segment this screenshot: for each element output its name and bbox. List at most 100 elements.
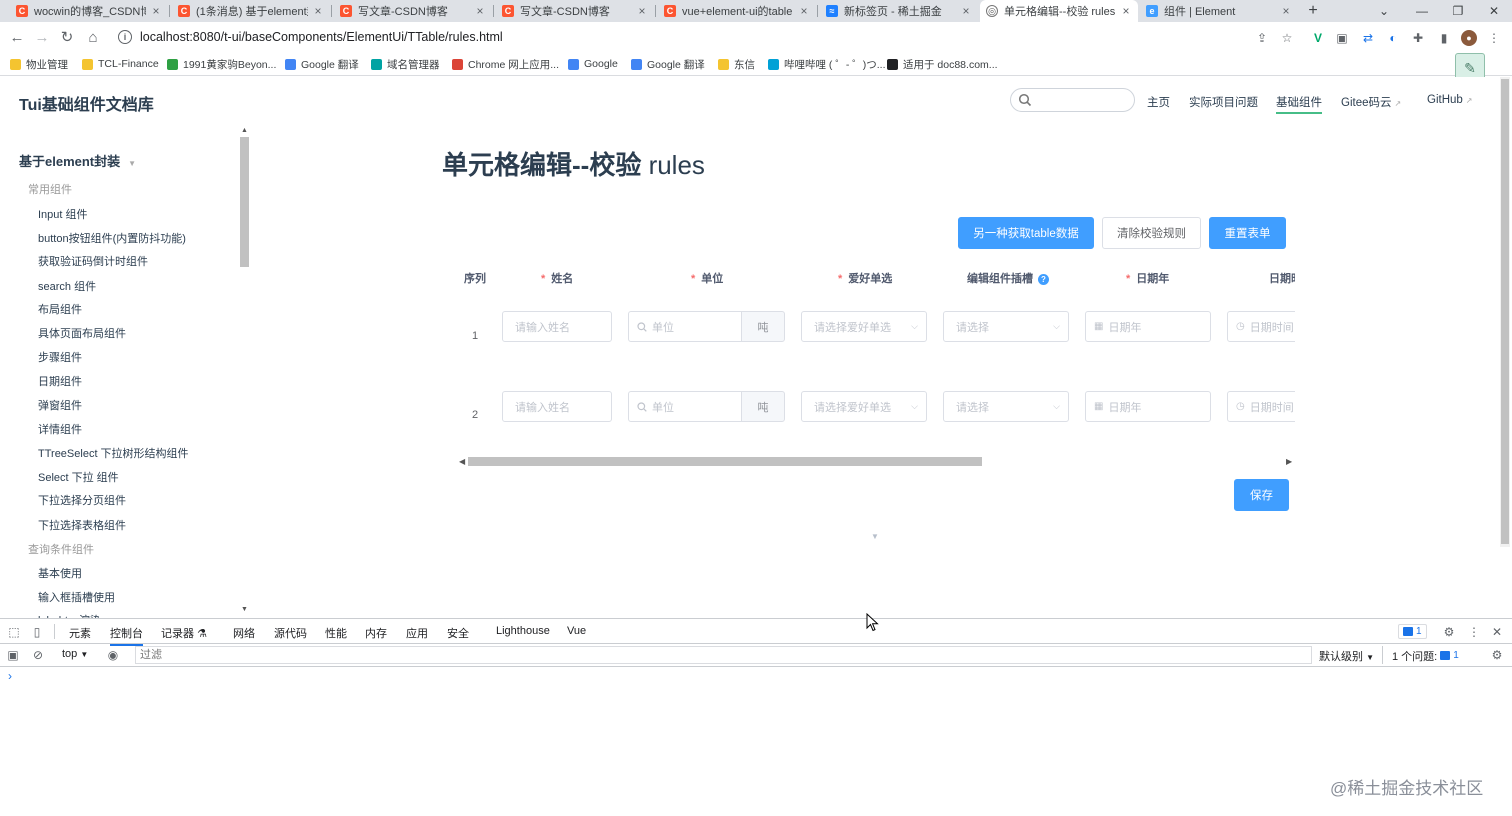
close-icon[interactable]: ✕ — [1489, 624, 1505, 640]
question-icon[interactable]: ? — [1038, 273, 1049, 285]
extension-vue-icon[interactable]: V — [1310, 30, 1326, 46]
menu-icon[interactable]: ⋮ — [1486, 30, 1502, 46]
save-button[interactable]: 保存 — [1234, 479, 1289, 511]
bookmark-star-icon[interactable]: ☆ — [1279, 30, 1295, 46]
browser-tab[interactable]: C (1条消息) 基于element封装 × — [172, 0, 330, 22]
sidebar-item[interactable]: Select 下拉 组件 — [38, 469, 119, 485]
close-icon[interactable]: × — [474, 4, 486, 18]
bookmark-item[interactable]: Google — [568, 56, 618, 72]
avatar[interactable]: ● — [1461, 30, 1477, 46]
home-icon[interactable]: ⌂ — [82, 26, 104, 48]
name-input[interactable]: 请输入姓名 — [502, 311, 612, 342]
sync-icon[interactable]: ⇄ — [1360, 30, 1376, 46]
extension-icon[interactable]: ◐ — [1385, 30, 1401, 46]
scroll-right-icon[interactable]: ▶ — [1286, 457, 1292, 466]
hobby-select[interactable]: 请选择爱好单选 ⌵ — [801, 311, 927, 342]
name-input[interactable]: 请输入姓名 — [502, 391, 612, 422]
page-scroll-thumb[interactable] — [1501, 79, 1509, 544]
reload-icon[interactable]: ↻ — [56, 26, 78, 48]
bookmark-item[interactable]: 东信 — [718, 56, 755, 72]
filter-field[interactable] — [136, 647, 1311, 663]
bookmark-item[interactable]: 域名管理器 — [371, 56, 440, 72]
devtools-tab-console[interactable]: 控制台 — [110, 625, 143, 646]
puzzle-icon[interactable]: ✚ — [1410, 30, 1426, 46]
browser-tab[interactable]: C 写文章-CSDN博客 × — [496, 0, 654, 22]
close-icon[interactable]: × — [960, 4, 972, 18]
unit-input[interactable]: 单位 — [628, 391, 742, 422]
nav-home[interactable]: 主页 — [1147, 94, 1170, 110]
sidebar-item[interactable]: 弹窗组件 — [38, 397, 82, 413]
sidebar-item[interactable]: 输入框插槽使用 — [38, 589, 115, 605]
bookmark-item[interactable]: 哔哩哔哩 ( ゜- ゜)つ... — [768, 56, 886, 72]
bookmark-item[interactable]: Chrome 网上应用... — [452, 56, 559, 72]
bookmark-item[interactable]: 1991黄家驹Beyon... — [167, 56, 276, 72]
site-info-icon[interactable]: i — [118, 30, 132, 44]
eye-icon[interactable]: ◉ — [105, 647, 121, 663]
devtools-tab-sources[interactable]: 源代码 — [274, 625, 307, 641]
scroll-down-icon[interactable]: ▼ — [241, 606, 248, 613]
nav-base-components[interactable]: 基础组件 — [1276, 94, 1322, 114]
devtools-tab-application[interactable]: 应用 — [406, 625, 428, 641]
sidebar-item[interactable]: 基本使用 — [38, 565, 82, 581]
filter-input[interactable] — [135, 646, 1312, 664]
sidebar-item[interactable]: TTreeSelect 下拉树形结构组件 — [38, 445, 189, 461]
sidebar-scroll-thumb[interactable] — [240, 137, 249, 267]
sidebar-item[interactable]: 日期组件 — [38, 373, 82, 389]
back-icon[interactable]: ← — [6, 26, 28, 48]
context-select[interactable]: top ▼ — [62, 648, 88, 660]
close-icon[interactable]: × — [1280, 4, 1292, 18]
devtools-tab-recorder[interactable]: 记录器 ⚗ — [161, 625, 207, 641]
devtools-tab-vue[interactable]: Vue — [567, 625, 586, 637]
close-icon[interactable]: × — [1120, 4, 1132, 18]
close-icon[interactable]: × — [798, 4, 810, 18]
datetime-picker[interactable]: ◷ 日期时间 — [1227, 391, 1295, 422]
gear-icon[interactable]: ⚙ — [1441, 624, 1457, 640]
nav-github[interactable]: GitHub ↗ — [1427, 94, 1473, 106]
expand-icon[interactable]: ▼ — [871, 532, 879, 541]
clear-validation-button[interactable]: 清除校验规则 — [1102, 217, 1201, 249]
nav-gitee[interactable]: Gitee码云 ↗ — [1341, 94, 1401, 110]
close-window-icon[interactable]: ✕ — [1476, 0, 1512, 22]
device-toolbar-icon[interactable]: ▯ — [29, 624, 45, 640]
site-title[interactable]: Tui基础组件文档库 — [19, 91, 154, 115]
sidebar-item[interactable]: 获取验证码倒计时组件 — [38, 253, 148, 269]
close-icon[interactable]: × — [636, 4, 648, 18]
year-picker[interactable]: ▦ 日期年 — [1085, 391, 1211, 422]
bookmark-item[interactable]: 适用于 doc88.com... — [887, 56, 998, 72]
tab-search-icon[interactable]: ⌄ — [1366, 0, 1402, 22]
issues-counter[interactable]: 1 个问题: 1 — [1392, 648, 1459, 664]
devtools-tab-memory[interactable]: 内存 — [365, 625, 387, 641]
sidebar-item[interactable]: 下拉选择表格组件 — [38, 517, 126, 533]
sidebar-item[interactable]: search 组件 — [38, 278, 96, 294]
search-input[interactable] — [1010, 88, 1135, 112]
close-icon[interactable]: × — [312, 4, 324, 18]
minimize-icon[interactable]: — — [1404, 0, 1440, 22]
search-field[interactable] — [1037, 91, 1127, 109]
issues-badge[interactable]: 1 — [1398, 624, 1427, 639]
console-prompt[interactable]: › — [8, 669, 12, 683]
table-scroll-thumb[interactable] — [468, 457, 982, 466]
browser-tab[interactable]: C 写文章-CSDN博客 × — [334, 0, 492, 22]
devtools-tab-network[interactable]: 网络 — [233, 625, 255, 641]
sidebar-item[interactable]: 详情组件 — [38, 421, 82, 437]
browser-tab[interactable]: e 组件 | Element × — [1140, 0, 1298, 22]
browser-tab[interactable]: C vue+element-ui的table × — [658, 0, 816, 22]
bookmark-item[interactable]: Google 翻译 — [285, 56, 359, 72]
forward-icon[interactable]: → — [31, 26, 53, 48]
slot-select[interactable]: 请选择 ⌵ — [943, 311, 1069, 342]
inspect-icon[interactable]: ⬚ — [6, 624, 22, 640]
bookmark-item[interactable]: 物业管理 — [10, 56, 68, 72]
devtools-tab-elements[interactable]: 元素 — [69, 625, 91, 641]
log-level-select[interactable]: 默认级别 ▼ — [1319, 648, 1374, 664]
slot-select[interactable]: 请选择 ⌵ — [943, 391, 1069, 422]
hobby-select[interactable]: 请选择爱好单选 ⌵ — [801, 391, 927, 422]
sidebar-item[interactable]: 具体页面布局组件 — [38, 325, 126, 341]
devtools-tab-lighthouse[interactable]: Lighthouse — [496, 625, 550, 637]
year-picker[interactable]: ▦ 日期年 — [1085, 311, 1211, 342]
browser-tab[interactable]: C wocwin的博客_CSDN博客 × — [10, 0, 168, 22]
sidebar-toggle-icon[interactable]: ▣ — [5, 647, 21, 663]
scroll-left-icon[interactable]: ◀ — [459, 457, 465, 466]
devtools-tab-performance[interactable]: 性能 — [325, 625, 347, 641]
reset-form-button[interactable]: 重置表单 — [1209, 217, 1286, 249]
fetch-table-data-button[interactable]: 另一种获取table数据 — [958, 217, 1094, 249]
